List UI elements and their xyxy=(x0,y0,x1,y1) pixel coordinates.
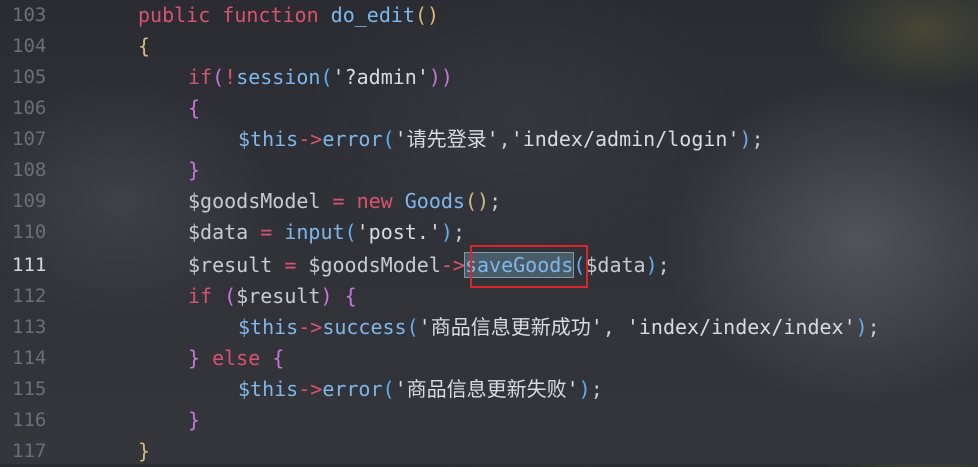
line-number-gutter: 103 104 105 106 107 108 109 110 111 112 … xyxy=(0,0,72,464)
code-line-116[interactable]: } xyxy=(188,405,200,436)
code-editor[interactable]: 103 104 105 106 107 108 109 110 111 112 … xyxy=(0,0,978,464)
code-line-115[interactable]: $this->error('商品信息更新失败'); xyxy=(238,374,603,405)
line-number: 114 xyxy=(12,347,47,369)
line-number: 108 xyxy=(12,159,47,181)
code-line-117[interactable]: } xyxy=(138,436,150,467)
line-number: 109 xyxy=(12,190,47,212)
code-line-106[interactable]: { xyxy=(188,93,200,124)
line-number: 107 xyxy=(12,128,47,150)
code-line-104[interactable]: { xyxy=(138,31,150,62)
line-number: 113 xyxy=(12,316,47,338)
line-number: 104 xyxy=(12,35,47,57)
line-number: 103 xyxy=(12,4,47,26)
code-line-103[interactable]: public function do_edit() xyxy=(138,0,439,31)
code-line-113[interactable]: $this->success('商品信息更新成功', 'index/index/… xyxy=(238,312,880,343)
line-number: 105 xyxy=(12,66,47,88)
code-line-108[interactable]: } xyxy=(188,155,200,186)
line-number: 115 xyxy=(12,378,47,400)
line-number: 112 xyxy=(12,285,47,307)
code-line-109[interactable]: $goodsModel = new Goods(); xyxy=(188,186,501,217)
line-number: 110 xyxy=(12,221,47,243)
code-line-110[interactable]: $data = input('post.'); xyxy=(188,217,465,248)
line-number: 117 xyxy=(12,440,47,462)
code-line-105[interactable]: if(!session('?admin')) xyxy=(188,62,453,93)
code-line-114[interactable]: } else { xyxy=(188,343,284,374)
line-number: 106 xyxy=(12,97,47,119)
current-line-number: 111 xyxy=(12,254,47,276)
code-line-111[interactable]: $result = $goodsModel->saveGoods($data); xyxy=(188,250,670,281)
red-highlight-box xyxy=(470,245,588,288)
code-line-107[interactable]: $this->error('请先登录','index/admin/login')… xyxy=(238,124,764,155)
code-line-112[interactable]: if ($result) { xyxy=(188,281,357,312)
line-number: 116 xyxy=(12,409,47,431)
